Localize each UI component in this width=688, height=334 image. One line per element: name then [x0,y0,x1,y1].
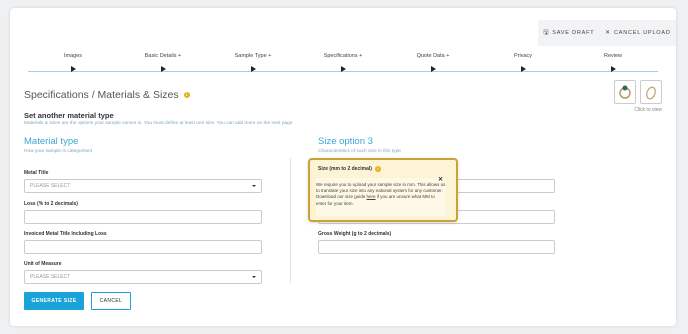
thumbnail-ring-2[interactable] [640,80,662,104]
play-icon [160,66,166,72]
unit-of-measure-label: Unit of Measure [24,261,62,267]
step-label: Privacy [513,53,533,59]
loss-label: Loss (% to 2 decimals) [24,201,78,207]
play-icon [520,66,526,72]
click-to-view-label: Click to view [634,107,662,113]
metal-title-label: Metal Title [24,170,49,176]
step-specifications[interactable]: Specifications + [298,53,388,72]
ring-icon [646,86,656,100]
section-title: Set another material type [24,111,114,120]
tooltip-text: We require you to upload your sample siz… [316,182,446,207]
cancel-button[interactable]: CANCEL [91,292,131,310]
loss-input[interactable] [24,210,262,224]
step-label: Review [603,53,623,59]
step-label: Sample Type + [234,53,272,59]
cancel-upload-label: CANCEL UPLOAD [613,30,671,36]
size-label: Size (mm to 2 decimal) i [318,166,381,172]
step-quote-data[interactable]: Quote Data + [388,53,478,72]
step-images[interactable]: Images [28,53,118,72]
step-review[interactable]: Review [568,53,658,72]
size-option-heading: Size option 3 [318,136,373,147]
step-label: Images [63,53,83,59]
play-icon [250,66,256,72]
save-icon: 🖫 [543,30,550,36]
invoiced-metal-input[interactable] [24,240,262,254]
step-sample-type[interactable]: Sample Type + [208,53,298,72]
save-draft-button[interactable]: 🖫 SAVE DRAFT [543,30,594,36]
unit-of-measure-select[interactable]: PLEASE SELECT [24,270,262,284]
step-label: Quote Data + [416,53,450,59]
ring-icon [619,85,631,99]
step-basic-details[interactable]: Basic Details + [118,53,208,72]
sample-thumbnails [614,80,662,104]
play-icon [430,66,436,72]
gross-weight-label: Gross Weight (g to 2 decimals) [318,231,392,237]
top-actions: 🖫 SAVE DRAFT ✕ CANCEL UPLOAD [538,20,676,46]
upload-form-card: 🖫 SAVE DRAFT ✕ CANCEL UPLOAD Images Basi… [10,8,676,326]
column-divider [290,158,291,283]
page-title: Specifications / Materials & Sizes i [24,89,190,101]
cancel-upload-button[interactable]: ✕ CANCEL UPLOAD [605,30,670,36]
close-icon: ✕ [605,30,611,36]
invoiced-metal-label: Invoiced Metal Title Including Loss [24,231,107,237]
play-icon [340,66,346,72]
step-label: Basic Details + [144,53,182,59]
top-bar: 🖫 SAVE DRAFT ✕ CANCEL UPLOAD [10,8,676,46]
info-icon[interactable]: i [374,166,381,172]
step-label: Specifications + [323,53,363,59]
size-help-tooltip: Size (mm to 2 decimal) i ✕ We require yo… [308,158,458,222]
progress-steps: Images Basic Details + Sample Type + Spe… [28,53,658,79]
size-option-subheading: Characteristics of each size in this typ… [318,149,401,154]
page-title-text: Specifications / Materials & Sizes [24,89,179,101]
gross-weight-input[interactable] [318,240,555,254]
size-label-text: Size (mm to 2 decimal) [318,166,372,172]
info-icon[interactable]: i [183,92,190,98]
save-draft-label: SAVE DRAFT [552,30,595,36]
size-guide-link[interactable]: here [367,194,376,199]
material-type-subheading: How your sample is categorised [24,149,92,154]
section-description: Materials & sizes are the options your s… [24,121,293,126]
thumbnail-ring-1[interactable] [614,80,636,104]
play-icon [610,66,616,72]
metal-title-select[interactable]: PLEASE SELECT [24,179,262,193]
play-icon [70,66,76,72]
generate-size-button[interactable]: GENERATE SIZE [24,292,84,310]
step-privacy[interactable]: Privacy [478,53,568,72]
material-type-heading: Material type [24,136,79,147]
